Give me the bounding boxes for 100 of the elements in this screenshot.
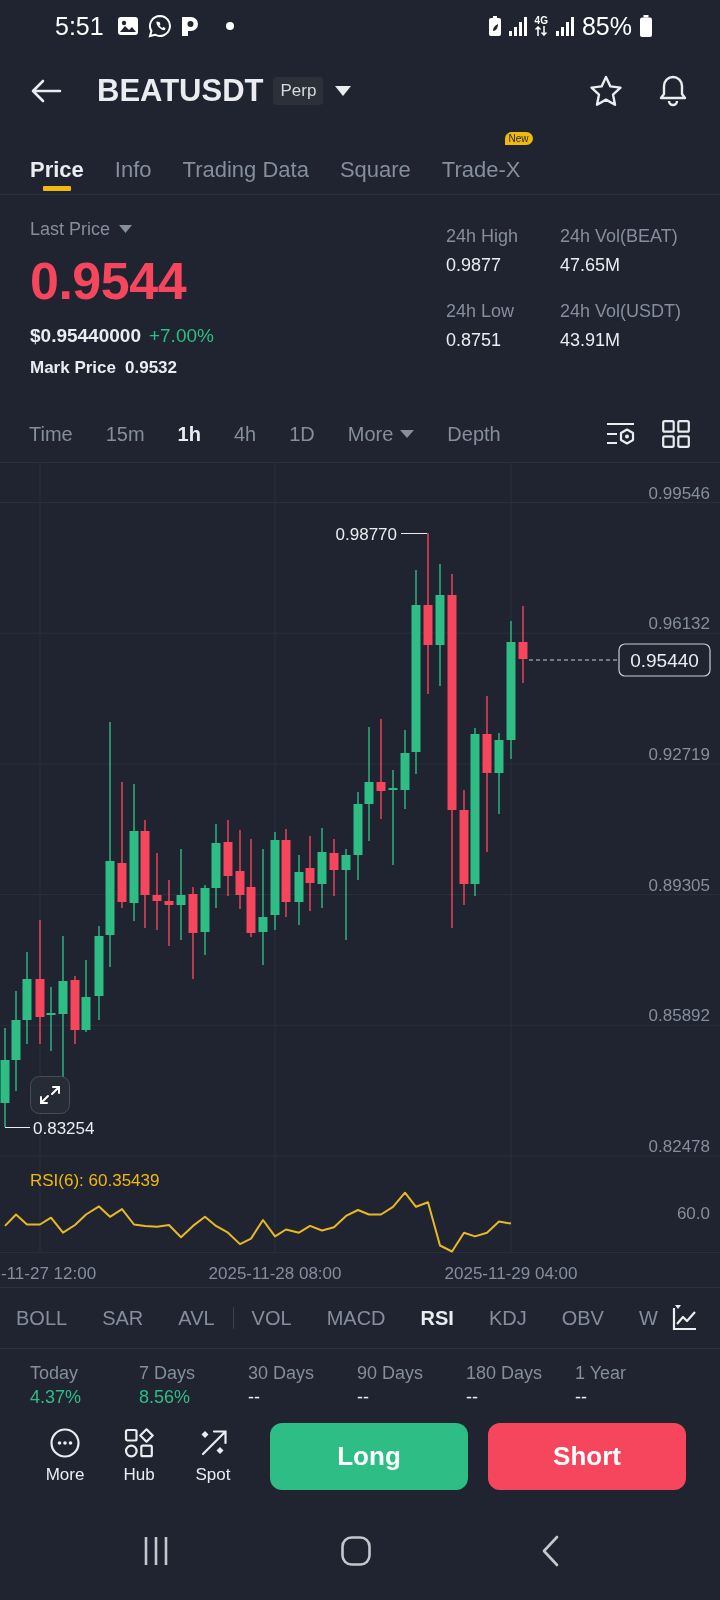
battery-icon [640,15,652,37]
price-axis-label: 0.89305 [648,875,710,895]
star-icon[interactable] [589,75,623,107]
interval-tab[interactable]: 4h [233,422,257,446]
stat-label: 24h Low [446,300,516,323]
low-price-marker: 0.83254 [33,1119,95,1138]
indicator-tab[interactable]: BOLL [16,1306,68,1330]
leader-line [4,1127,31,1128]
indicator-tab[interactable]: VOL [251,1306,292,1330]
last-price: 0.9544 [30,253,187,309]
price-axis-label: 0.85892 [648,1006,710,1026]
stat-value: 0.8751 [446,329,503,352]
stat-value: 43.91M [560,329,622,352]
period-return: -- [575,1386,587,1409]
mark-price-label: Mark Price [30,357,116,379]
battery-percent: 85% [581,11,632,41]
price-axis-label: 0.99546 [648,483,710,503]
mark-price-value: 0.9532 [125,357,177,379]
recent-apps-icon[interactable] [143,1535,169,1567]
candle [164,879,174,947]
clock-time: 5:51 [55,11,104,41]
time-axis-label: 2025-11-28 08:00 [208,1264,342,1283]
candle [294,854,304,926]
back-arrow-icon[interactable] [30,79,62,103]
rsi-value-label: RSI(6): 60.35439 [30,1171,160,1190]
tab[interactable]: Info [114,145,152,194]
shapes-grid-icon [124,1428,154,1458]
short-button[interactable]: Short [488,1423,686,1490]
more-icon [50,1428,80,1458]
period-label: 1 Year [575,1362,627,1385]
chat-bubble-icon [147,14,172,38]
interval-tab[interactable]: More [347,422,415,446]
symbol-title: BEATUSDT [97,73,264,109]
period-return: 8.56% [139,1386,191,1409]
interval-tab[interactable]: 1D [289,422,315,446]
stat-label: 24h Vol(BEAT) [560,225,679,248]
tab[interactable]: Trade-X [441,145,521,194]
signal-icon [508,16,527,36]
indicator-tab[interactable]: W [638,1306,658,1330]
period-return: -- [248,1386,260,1409]
time-axis-label: 2025-11-29 04:00 [444,1264,578,1283]
time-axis-label: -11-27 12:00 [1,1264,97,1283]
candle [329,838,339,897]
caret-icon[interactable] [335,86,352,96]
period-label: 30 Days [248,1362,315,1385]
rsi-axis-label: 60.0 [676,1204,710,1223]
app-logo-icon [180,15,199,37]
price-axis-label: 0.96132 [648,614,710,634]
last-price-tag: 0.95440 [618,643,711,677]
period-label: 90 Days [357,1362,424,1385]
stat-value: 47.65M [560,254,622,277]
interval-tab[interactable]: 15m [105,422,145,446]
indicator-tab[interactable]: RSI [420,1306,454,1330]
shortcut-button[interactable]: More [35,1428,95,1485]
price-type-dropdown[interactable]: Last Price [30,217,133,241]
price-axis-label: 0.92719 [648,744,710,764]
indicator-tab[interactable]: KDJ [488,1306,527,1330]
shortcut-button[interactable]: Hub [109,1428,169,1485]
shortcut-button[interactable]: Spot [183,1428,243,1485]
period-return: 4.37% [30,1386,82,1409]
tab[interactable]: Trading Data [182,145,309,194]
caret-icon [119,225,133,233]
grid-icon[interactable] [662,420,690,448]
price-axis-label: 0.82478 [648,1137,710,1156]
indicator-tab[interactable]: AVL [178,1306,215,1330]
candle [70,975,80,1045]
period-return: -- [357,1386,369,1409]
period-label: 7 Days [139,1362,196,1385]
list-gear-icon[interactable] [606,421,636,447]
signal-icon [555,16,574,36]
stat-label: 24h Vol(USDT) [560,300,683,323]
expand-icon[interactable] [30,1076,70,1114]
usd-price: $0.95440000 [30,324,141,348]
line-chart-icon[interactable] [672,1305,698,1331]
period-return: -- [466,1386,478,1409]
interval-tab[interactable]: 1h [177,422,201,446]
leader-line [400,533,428,534]
period-label: Today [30,1362,79,1385]
indicator-tab[interactable]: MACD [326,1306,386,1330]
contract-type-badge: Perp [273,77,324,105]
stat-label: 24h High [446,225,520,248]
home-icon[interactable] [341,1536,371,1566]
data-arrows-icon [535,26,548,36]
indicator-tab[interactable]: OBV [561,1306,604,1330]
interval-tab[interactable]: Time [29,422,73,446]
network-type: 4G [534,16,548,26]
period-label: 180 Days [466,1362,543,1385]
price-change: +7.00% [148,324,214,348]
back-icon[interactable] [541,1535,559,1567]
interval-tab[interactable]: Depth [447,422,501,446]
image-icon [116,16,139,36]
tab[interactable]: Price [30,145,84,194]
candle [200,884,210,956]
caret-icon [400,430,415,438]
tab[interactable]: Square [339,145,411,194]
battery-saver-icon [488,16,501,36]
indicator-tab[interactable]: SAR [102,1306,144,1330]
high-price-marker: 0.98770 [335,524,397,544]
stat-value: 0.9877 [446,254,503,277]
long-button[interactable]: Long [270,1423,468,1490]
